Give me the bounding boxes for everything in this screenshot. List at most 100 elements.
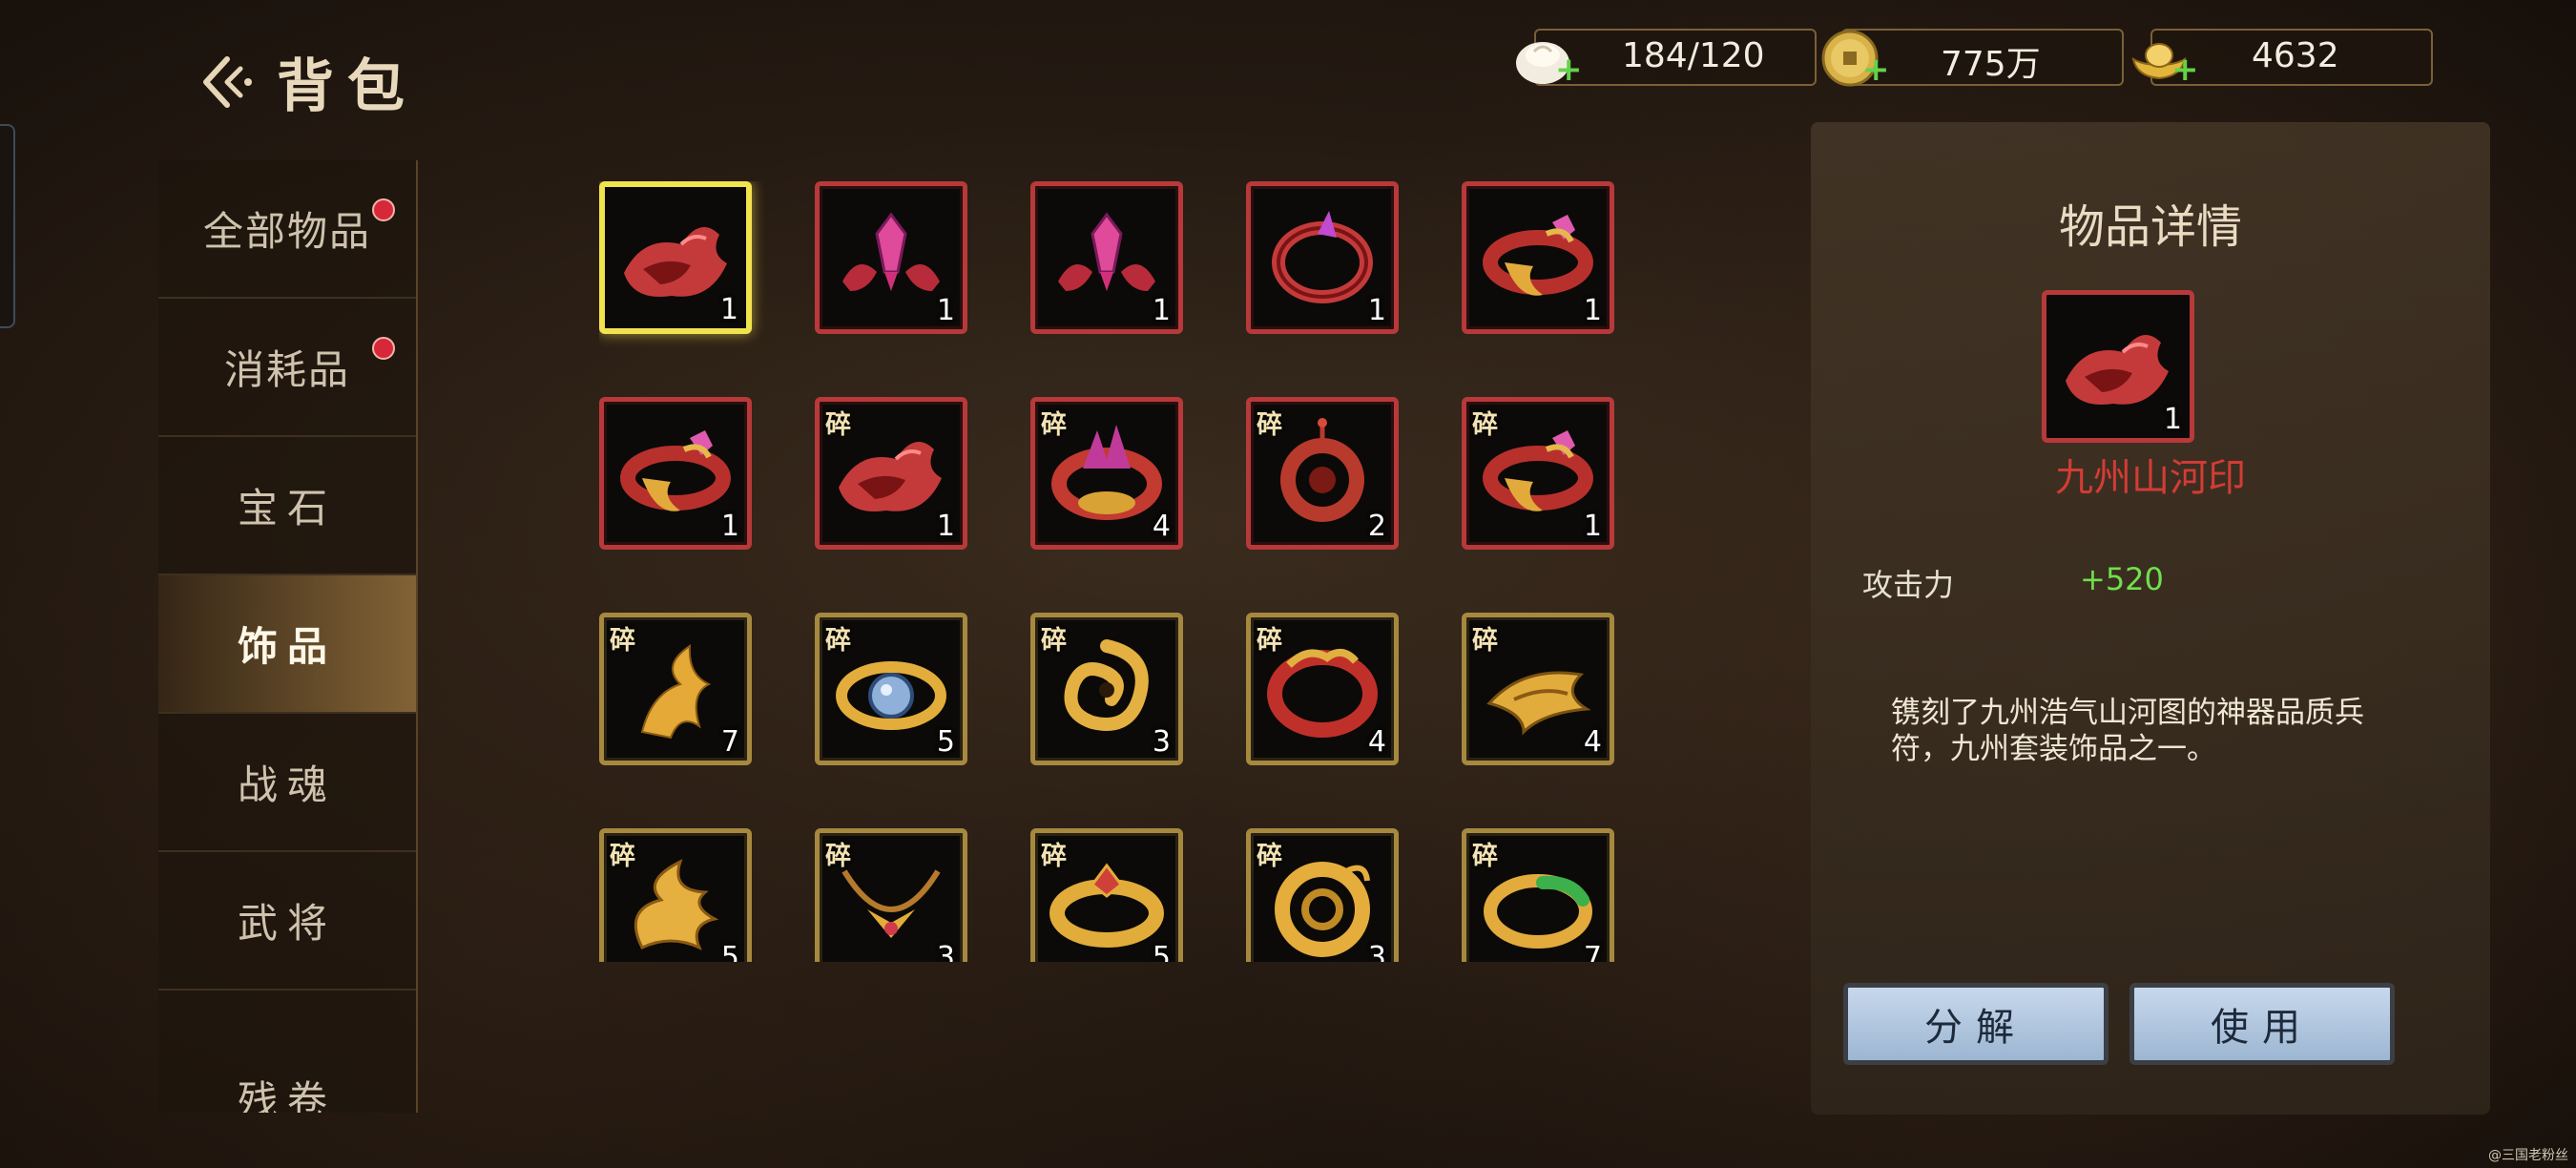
currency-coin: + 775万 — [1818, 29, 2124, 87]
inventory-slot[interactable]: 碎5 — [815, 613, 967, 765]
bun-value: 184/120 — [1622, 36, 1765, 75]
back-arrow-icon[interactable] — [198, 52, 260, 113]
add-coin-button[interactable]: + — [1862, 53, 1890, 86]
item-description: 镌刻了九州浩气山河图的神器品质兵符，九州套装饰品之一。 — [1891, 696, 2364, 766]
item-quantity: 4 — [1152, 510, 1171, 543]
sidebar-item-scrolls[interactable]: 残卷 — [158, 991, 416, 1113]
inventory-slot[interactable]: 1 — [1030, 181, 1183, 334]
inventory-slot[interactable]: 碎3 — [1030, 613, 1183, 765]
inventory-slot[interactable]: 碎5 — [599, 828, 752, 962]
notification-dot — [372, 198, 395, 221]
inventory-slot[interactable]: 碎4 — [1246, 613, 1399, 765]
sidebar-item-all[interactable]: 全部物品 — [158, 160, 416, 299]
item-quantity: 1 — [1583, 510, 1602, 543]
sidebar-item-label: 战魂 — [237, 761, 337, 808]
gold-gem-ring-icon — [1483, 215, 1593, 296]
sidebar-item-label: 饰品 — [237, 623, 337, 670]
stat-label: 攻击力 — [1862, 567, 1955, 603]
red-ring-icon — [1272, 211, 1373, 303]
item-quantity: 1 — [1583, 294, 1602, 327]
item-quantity: 7 — [1583, 941, 1602, 962]
currency-bun: + 184/120 — [1511, 29, 1817, 86]
add-ingot-button[interactable]: + — [2171, 53, 2199, 86]
item-quantity: 1 — [719, 293, 738, 326]
red-mask-icon — [2066, 335, 2169, 405]
fragment-tag: 碎 — [825, 410, 851, 440]
inventory-slot[interactable]: 碎1 — [815, 397, 967, 550]
inventory-slot[interactable]: 碎4 — [1030, 397, 1183, 550]
item-quantity: 1 — [2163, 403, 2182, 436]
item-quantity: 7 — [720, 725, 739, 759]
inventory-slot[interactable]: 1 — [815, 181, 967, 334]
item-quantity: 3 — [1152, 725, 1171, 759]
sidebar-item-generals[interactable]: 武将 — [158, 852, 416, 991]
inventory-slot[interactable]: 1 — [1246, 181, 1399, 334]
watermark: @三国老粉丝 — [2488, 1148, 2568, 1163]
inventory-slot[interactable]: 碎3 — [815, 828, 967, 962]
use-button-label: 使用 — [2211, 1006, 2314, 1050]
item-quantity: 5 — [1152, 941, 1171, 962]
fragment-tag: 碎 — [1472, 842, 1498, 871]
detail-title: 物品详情 — [2058, 200, 2242, 254]
item-quantity: 4 — [1367, 725, 1386, 759]
inventory-slot[interactable]: 1 — [1462, 181, 1614, 334]
sidebar-item-consumables[interactable]: 消耗品 — [158, 299, 416, 437]
fragment-tag: 碎 — [1472, 626, 1498, 656]
decompose-button[interactable]: 分解 — [1843, 983, 2109, 1065]
item-detail-panel: 物品详情 1 九州山河印 攻击力 +520 镌刻了九州浩气山河图的神器品质兵符，… — [1811, 122, 2490, 1115]
fragment-tag: 碎 — [610, 842, 635, 871]
item-quantity: 1 — [720, 510, 739, 543]
inventory-slot[interactable]: 碎2 — [1246, 397, 1399, 550]
fragment-tag: 碎 — [1472, 410, 1498, 440]
inventory-slot[interactable]: 1 — [599, 181, 752, 334]
gold-gem-ring-icon — [620, 430, 731, 511]
sidebar-item-label: 全部物品 — [202, 208, 371, 255]
stat-value: +520 — [2080, 561, 2164, 597]
item-quantity: 3 — [1367, 941, 1386, 962]
item-quantity: 1 — [936, 510, 955, 543]
fragment-tag: 碎 — [1257, 626, 1282, 656]
add-bun-button[interactable]: + — [1555, 53, 1583, 86]
inventory-slot[interactable]: 碎5 — [1030, 828, 1183, 962]
category-sidebar: 全部物品 消耗品 宝石 饰品 战魂 武将 残卷 — [158, 160, 418, 1113]
item-quantity: 1 — [1367, 294, 1386, 327]
inventory-slot[interactable]: 碎4 — [1462, 613, 1614, 765]
fragment-tag: 碎 — [1257, 842, 1282, 871]
sidebar-item-label: 武将 — [237, 900, 337, 947]
ingot-value: 4632 — [2252, 36, 2339, 75]
currency-ingot: + 4632 — [2128, 29, 2433, 86]
sidebar-item-accessories[interactable]: 饰品 — [158, 575, 416, 714]
header: 背包 — [198, 40, 418, 123]
item-quantity: 1 — [1152, 294, 1171, 327]
item-quantity: 2 — [1367, 510, 1386, 543]
detail-item-slot: 1 — [2042, 290, 2194, 443]
inventory-slot[interactable]: 碎7 — [599, 613, 752, 765]
notification-dot — [372, 337, 395, 360]
inventory-slot[interactable]: 碎7 — [1462, 828, 1614, 962]
sidebar-item-label: 消耗品 — [223, 346, 350, 393]
fragment-tag: 碎 — [825, 626, 851, 656]
coin-value: 775万 — [1941, 45, 2041, 84]
item-quantity: 4 — [1583, 725, 1602, 759]
item-grid: 111111碎1碎4碎2碎1碎7碎5碎3碎4碎4碎5碎3碎5碎3碎7 — [599, 181, 1620, 962]
sidebar-item-war-soul[interactable]: 战魂 — [158, 714, 416, 852]
red-crystal-ornament-icon — [1058, 212, 1155, 291]
fragment-tag: 碎 — [1041, 410, 1067, 440]
item-quantity: 5 — [720, 941, 739, 962]
item-quantity: 3 — [936, 941, 955, 962]
fragment-tag: 碎 — [1041, 842, 1067, 871]
item-name: 九州山河印 — [2055, 456, 2246, 500]
fragment-tag: 碎 — [1041, 626, 1067, 656]
red-crystal-ornament-icon — [842, 212, 940, 291]
sidebar-item-label: 残卷 — [237, 1077, 337, 1113]
item-quantity: 5 — [936, 725, 955, 759]
inventory-slot[interactable]: 碎1 — [1462, 397, 1614, 550]
sidebar-item-gems[interactable]: 宝石 — [158, 437, 416, 575]
inventory-slot[interactable]: 碎3 — [1246, 828, 1399, 962]
decompose-button-label: 分解 — [1924, 1006, 2027, 1050]
fragment-tag: 碎 — [610, 626, 635, 656]
item-quantity: 1 — [936, 294, 955, 327]
use-button[interactable]: 使用 — [2129, 983, 2395, 1065]
inventory-slot[interactable]: 1 — [599, 397, 752, 550]
edge-tab[interactable] — [0, 124, 15, 328]
